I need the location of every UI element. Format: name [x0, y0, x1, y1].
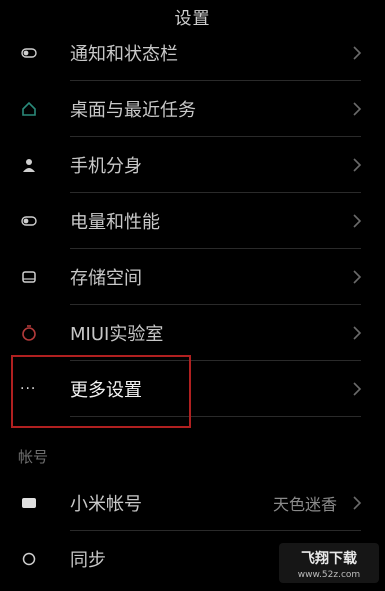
- settings-item-home-recents[interactable]: 桌面与最近任务: [0, 81, 385, 137]
- sync-icon: [20, 550, 38, 568]
- settings-item-dual-apps[interactable]: 手机分身: [0, 137, 385, 193]
- chevron-right-icon: [353, 270, 362, 284]
- settings-item-label: 通知和状态栏: [70, 44, 178, 65]
- section-header-account: 帐号: [18, 448, 49, 466]
- settings-item-storage[interactable]: 存储空间: [0, 249, 385, 305]
- account-name-value: 天色迷香: [272, 495, 337, 514]
- settings-item-notifications[interactable]: 通知和状态栏: [0, 25, 385, 81]
- home-icon: [20, 100, 38, 118]
- settings-item-label: 存储空间: [70, 268, 142, 289]
- storage-icon: [20, 268, 38, 286]
- settings-item-mi-account[interactable]: 小米帐号 天色迷香: [0, 475, 385, 531]
- toggle-icon: [20, 44, 38, 62]
- chevron-right-icon: [353, 102, 362, 116]
- chevron-right-icon: [353, 496, 362, 510]
- chevron-right-icon: [353, 214, 362, 228]
- chevron-right-icon: [353, 382, 362, 396]
- watermark-url-text: www.52z.com: [298, 570, 360, 580]
- settings-item-battery[interactable]: 电量和性能: [0, 193, 385, 249]
- settings-item-label: 手机分身: [70, 156, 142, 177]
- battery-icon: [20, 212, 38, 230]
- settings-item-label: 电量和性能: [70, 212, 160, 233]
- watermark-logo: 飞翔下载 www.52z.com: [279, 541, 379, 585]
- person-icon: [20, 156, 38, 174]
- highlight-box: [11, 355, 191, 428]
- mi-account-icon: [20, 494, 38, 512]
- settings-item-label: 小米帐号: [70, 494, 142, 515]
- watermark-main-text: 飞翔下载: [301, 550, 357, 567]
- chevron-right-icon: [353, 158, 362, 172]
- settings-item-label: MIUI实验室: [70, 324, 164, 345]
- settings-item-miui-lab[interactable]: MIUI实验室: [0, 305, 385, 361]
- chevron-right-icon: [353, 326, 362, 340]
- settings-item-label: 同步: [70, 550, 106, 571]
- flask-icon: [20, 324, 38, 342]
- settings-item-label: 桌面与最近任务: [70, 100, 196, 121]
- chevron-right-icon: [353, 46, 362, 60]
